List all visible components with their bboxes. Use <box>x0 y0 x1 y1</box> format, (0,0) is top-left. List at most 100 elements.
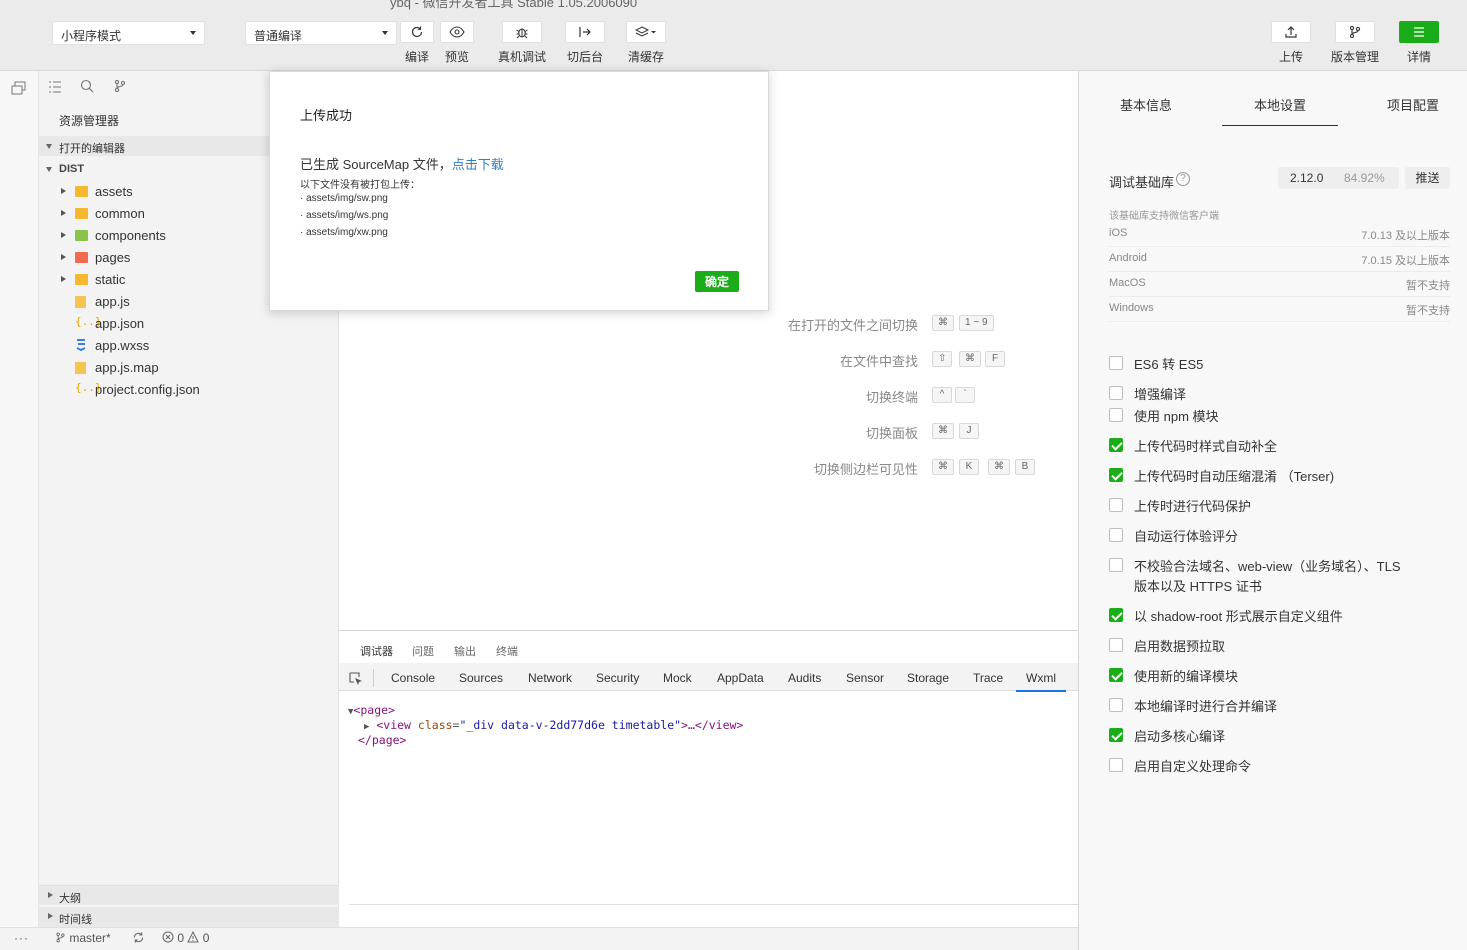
checkbox-es6-to-es5[interactable] <box>1109 356 1123 370</box>
outline-section[interactable]: 大纲 <box>39 885 339 905</box>
platform-name: iOS <box>1109 227 1128 239</box>
checkbox-multicore-compile[interactable] <box>1109 728 1123 742</box>
base-library-select[interactable]: 2.12.0 84.92% <box>1278 167 1399 189</box>
tab-output[interactable]: 输出 <box>454 643 476 659</box>
chevron-right-icon <box>48 892 53 898</box>
push-button[interactable]: 推送 <box>1405 167 1450 189</box>
help-icon[interactable]: ? <box>1176 172 1190 186</box>
base-library-version: 2.12.0 <box>1290 171 1324 185</box>
tab-local-settings[interactable]: 本地设置 <box>1221 95 1339 126</box>
compile-mode-value: 普通编译 <box>254 29 303 43</box>
tab-debugger[interactable]: 调试器 <box>360 643 393 664</box>
checkbox-skip-domain-check[interactable] <box>1109 558 1123 572</box>
option-label-continued: 版本以及 HTTPS 证书 <box>1134 579 1262 594</box>
eye-icon <box>440 21 474 43</box>
checkbox-style-autocomplete[interactable] <box>1109 438 1123 452</box>
download-link[interactable]: 点击下载 <box>452 157 504 172</box>
bug-icon <box>502 21 542 43</box>
option-label: 自动运行体验评分 <box>1134 529 1239 544</box>
devtools-tab-audits[interactable]: Audits <box>788 671 821 685</box>
option-label: 上传时进行代码保护 <box>1134 499 1252 514</box>
platform-support: 7.0.13 及以上版本 <box>1361 230 1450 242</box>
devtools-tab-security[interactable]: Security <box>596 671 639 685</box>
status-bar: ··· master* 0 0 <box>0 927 1078 950</box>
sync-icon[interactable] <box>132 931 145 947</box>
shortcut-key: F <box>985 351 1005 367</box>
tree-item-label: app.js.map <box>95 360 159 375</box>
timeline-section[interactable]: 时间线 <box>39 907 339 927</box>
tab-project-config[interactable]: 项目配置 <box>1387 95 1439 114</box>
confirm-button[interactable]: 确定 <box>695 271 739 292</box>
platform-name: Windows <box>1109 302 1154 314</box>
devtools-tab-trace[interactable]: Trace <box>973 671 1003 685</box>
checkbox-use-npm[interactable] <box>1109 408 1123 422</box>
platform-support: 暂不支持 <box>1406 280 1450 292</box>
list-icon[interactable] <box>48 80 62 98</box>
tree-item-app-json[interactable]: {..} app.json <box>39 312 339 334</box>
details-button[interactable]: 详情 <box>1399 21 1439 65</box>
checkbox-auto-audit[interactable] <box>1109 528 1123 542</box>
problems-status[interactable]: 0 0 <box>162 930 209 945</box>
checkbox-custom-command[interactable] <box>1109 758 1123 772</box>
checkbox-enhanced-compile[interactable] <box>1109 386 1123 400</box>
tab-terminal[interactable]: 终端 <box>496 643 518 659</box>
branch-name: master* <box>69 931 111 945</box>
compile-button[interactable]: 编译 <box>400 21 434 65</box>
devtools-tab-wxml[interactable]: Wxml <box>1016 671 1066 692</box>
chevron-right-icon <box>61 210 66 216</box>
devtools-tab-sources[interactable]: Sources <box>459 671 503 685</box>
option-label: 上传代码时自动压缩混淆 （Terser) <box>1134 469 1335 484</box>
remote-debug-button[interactable]: 真机调试 <box>496 21 548 65</box>
menu-icon <box>1399 21 1439 43</box>
preview-button[interactable]: 预览 <box>440 21 474 65</box>
tree-item-app-js-map[interactable]: app.js.map <box>39 356 339 378</box>
branch-status[interactable]: master* <box>55 931 111 945</box>
devtools-tab-mock[interactable]: Mock <box>663 671 692 685</box>
devtools-tab-console[interactable]: Console <box>391 671 435 685</box>
refresh-icon <box>400 21 434 43</box>
compile-mode-select[interactable]: 普通编译 <box>245 21 397 45</box>
version-management-label: 版本管理 <box>1330 50 1379 64</box>
background-button[interactable]: 切后台 <box>562 21 608 65</box>
switch-background-icon <box>565 21 605 43</box>
more-icon[interactable]: ··· <box>14 931 29 945</box>
wxml-line-page-open[interactable]: ▼<page> <box>348 703 395 717</box>
checkbox-minify-terser[interactable] <box>1109 468 1123 482</box>
clear-cache-button[interactable]: 清缓存 <box>623 21 669 65</box>
checkbox-data-prefetch[interactable] <box>1109 638 1123 652</box>
version-management-button[interactable]: 版本管理 <box>1326 21 1384 65</box>
tab-basic-info[interactable]: 基本信息 <box>1120 95 1172 114</box>
support-row-android: Android 7.0.15 及以上版本 <box>1109 247 1450 272</box>
source-control-icon[interactable] <box>113 79 127 98</box>
shortcut-key: ⇧ <box>932 351 953 367</box>
chevron-right-icon <box>61 188 66 194</box>
devtools-tab-storage[interactable]: Storage <box>907 671 949 685</box>
checkbox-merge-compile[interactable] <box>1109 698 1123 712</box>
simulator-toggle-icon[interactable] <box>11 81 27 100</box>
checkbox-new-compile-module[interactable] <box>1109 668 1123 682</box>
wxml-line-view[interactable]: ▶ <view class="_div data-v-2dd77d6e time… <box>364 718 743 732</box>
inspect-element-icon[interactable] <box>349 672 363 691</box>
wxml-tag: >…</view> <box>681 718 744 732</box>
upload-button[interactable]: 上传 <box>1271 21 1311 65</box>
tree-item-app-wxss[interactable]: app.wxss <box>39 334 339 356</box>
option-label: 使用 npm 模块 <box>1134 409 1219 424</box>
search-icon[interactable] <box>80 79 94 98</box>
checkbox-shadow-root[interactable] <box>1109 608 1123 622</box>
mode-select[interactable]: 小程序模式 <box>52 21 205 45</box>
excluded-file: · assets/img/sw.png <box>300 193 388 204</box>
devtools-tab-network[interactable]: Network <box>528 671 572 685</box>
upload-success-dialog: 上传成功 已生成 SourceMap 文件，点击下载 以下文件没有被打包上传： … <box>269 71 769 311</box>
devtools-tab-sensor[interactable]: Sensor <box>846 671 884 685</box>
activity-bar <box>0 71 39 927</box>
wxml-tag: <view <box>376 718 411 732</box>
tree-item-project-config-json[interactable]: {..} project.config.json <box>39 378 339 400</box>
option-label: ES6 转 ES5 <box>1134 357 1204 372</box>
tab-problems[interactable]: 问题 <box>412 643 434 659</box>
checkbox-code-protection[interactable] <box>1109 498 1123 512</box>
chevron-down-icon <box>46 144 52 149</box>
compile-label: 编译 <box>404 50 429 64</box>
shortcut-key: K <box>959 459 979 475</box>
devtools-tab-appdata[interactable]: AppData <box>717 671 764 685</box>
dist-root-label: DIST <box>59 163 85 175</box>
